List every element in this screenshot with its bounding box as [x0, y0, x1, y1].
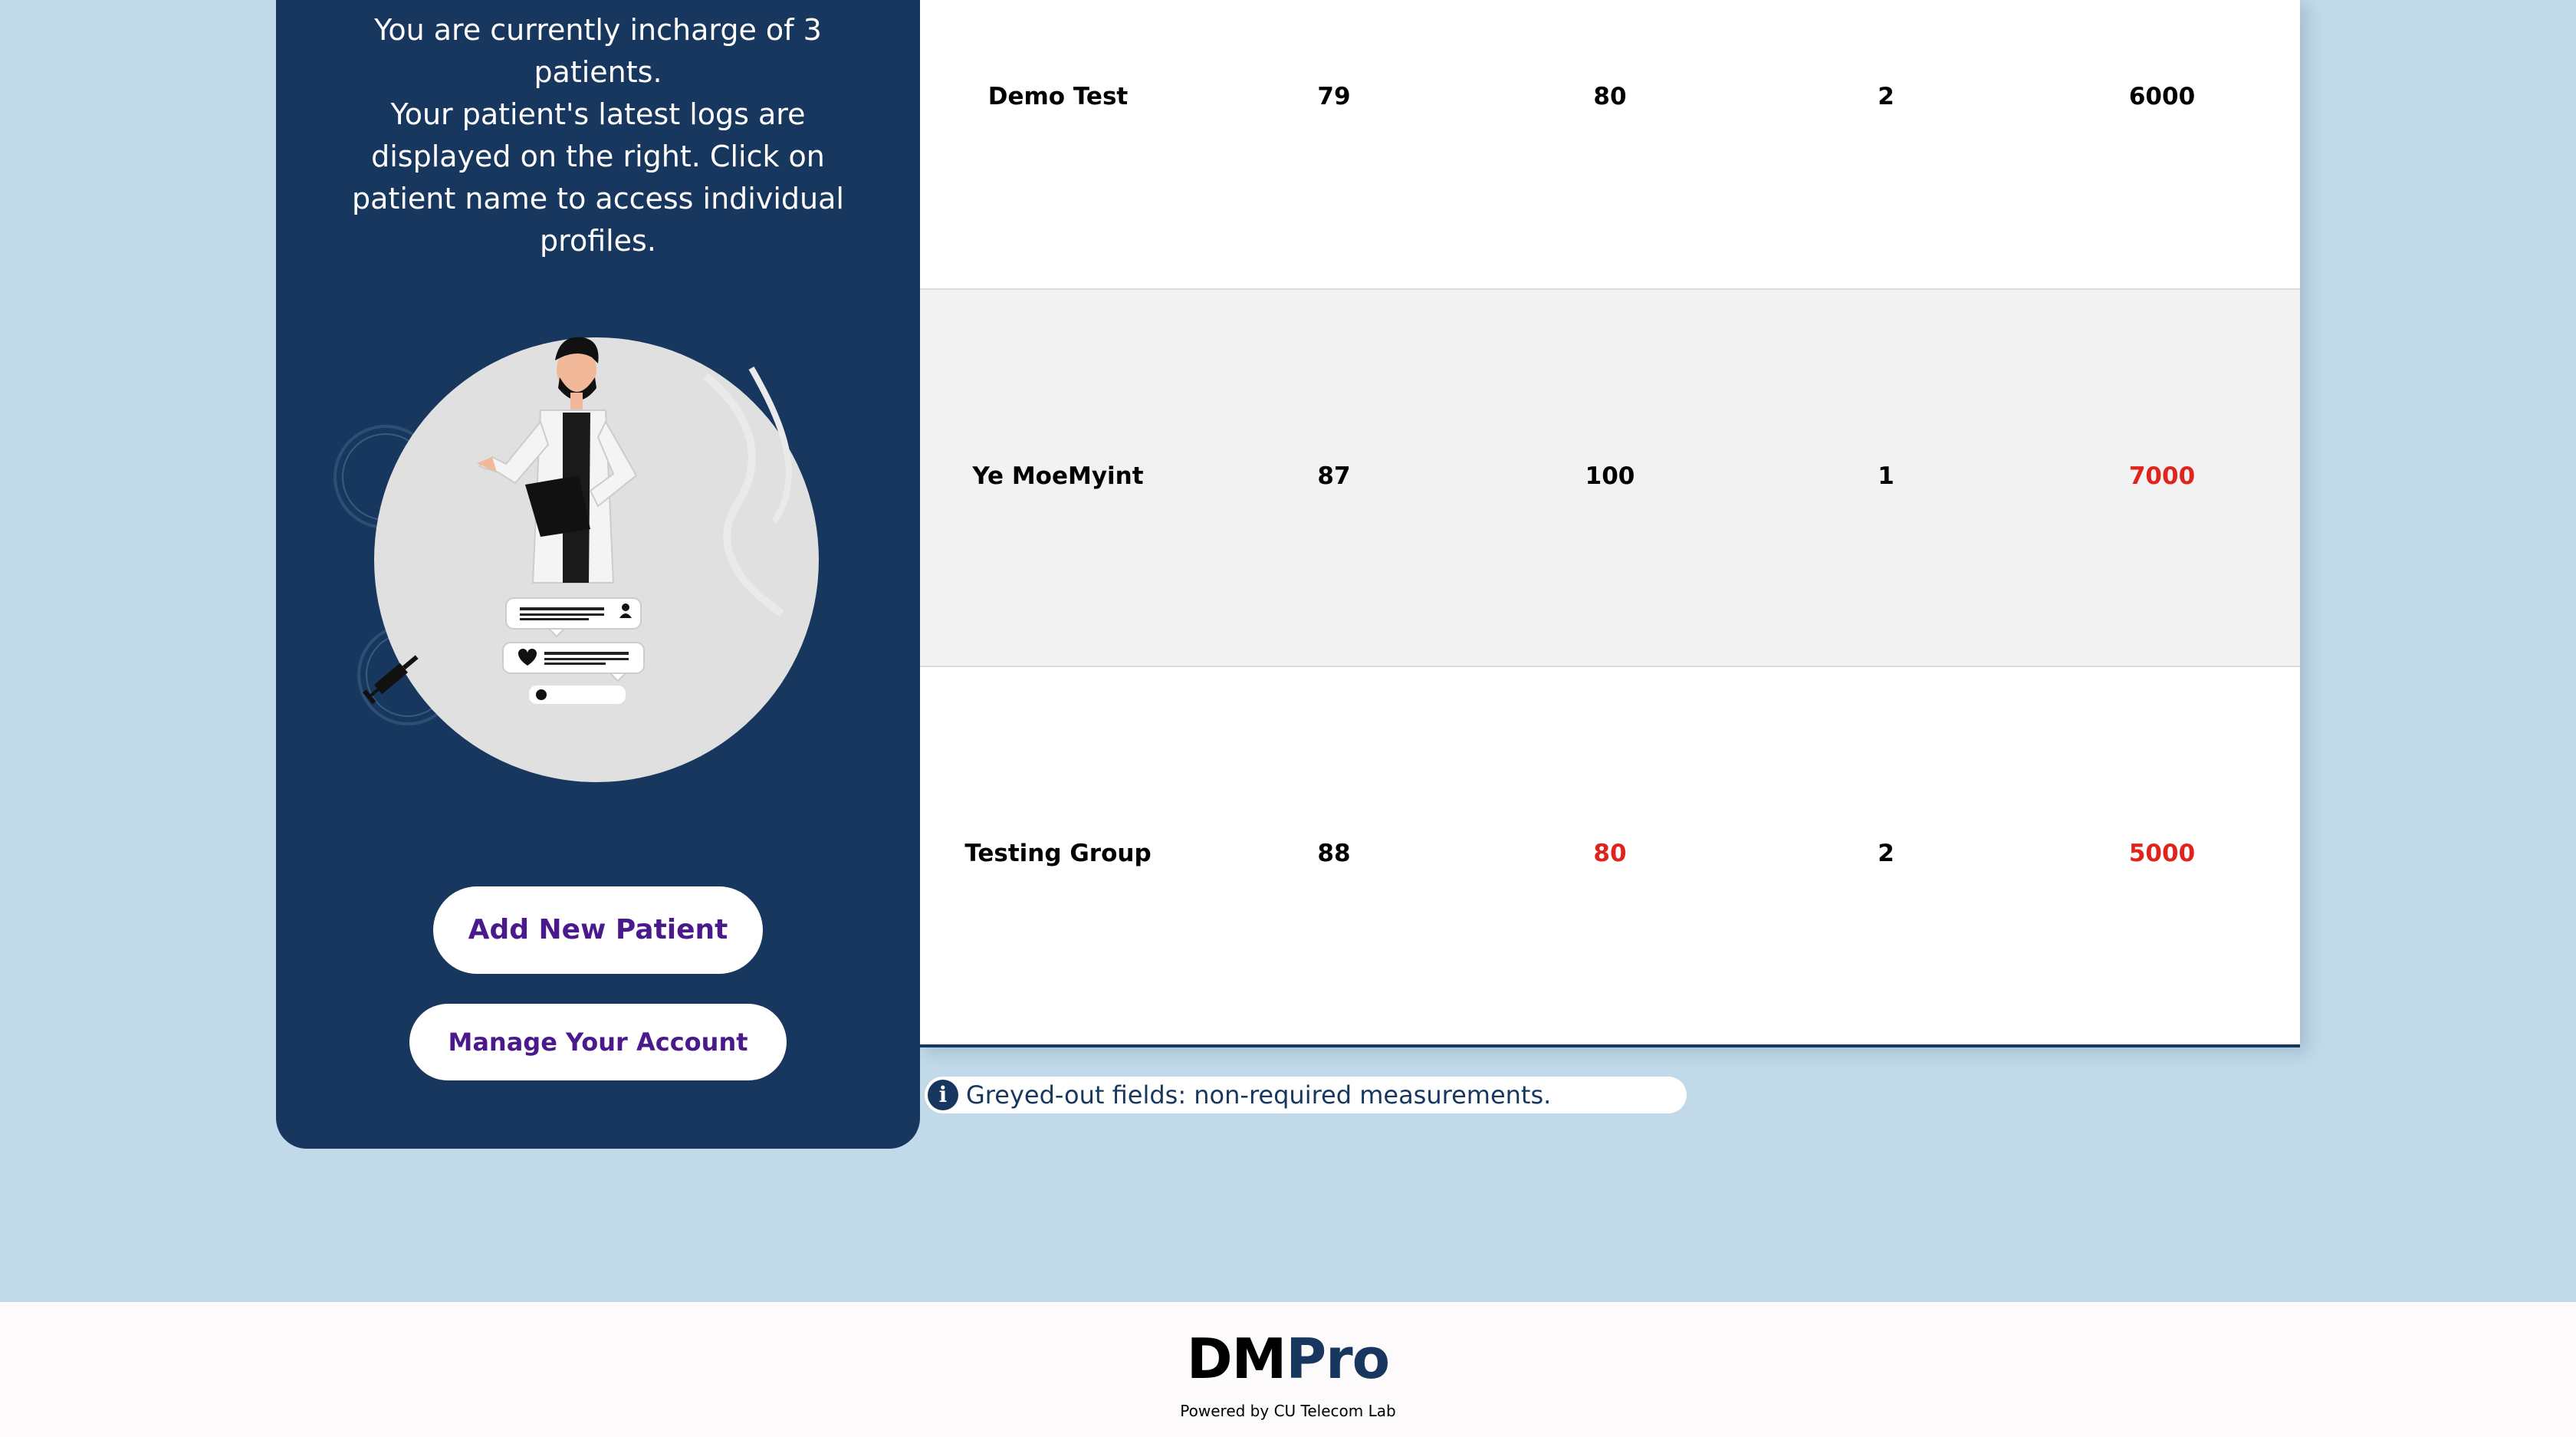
patient-count-text: You are currently incharge of 3 patients… — [374, 13, 822, 89]
patient-logs-table: Demo Test 79 80 2 6000 Ye MoeMyint 87 10… — [920, 0, 2300, 1047]
greyed-fields-note: i Greyed-out fields: non-required measur… — [925, 1077, 1687, 1113]
patient-name-link[interactable]: Testing Group — [920, 840, 1196, 867]
info-note-text: Greyed-out fields: non-required measurem… — [966, 1080, 1552, 1110]
table-cell: 79 — [1317, 83, 1351, 110]
dashboard-page: You are currently incharge of 3 patients… — [0, 0, 2576, 1437]
powered-by-text: Powered by CU Telecom Lab — [1180, 1402, 1396, 1420]
brand-logo: DMPro — [0, 1328, 2576, 1389]
footer: DMPro Powered by CU Telecom Lab — [0, 1302, 2576, 1437]
table-cell: 2 — [1878, 840, 1894, 867]
table-cell-flagged: 7000 — [2128, 462, 2196, 490]
table-cell: 100 — [1585, 462, 1635, 490]
table-cell: 6000 — [2128, 83, 2196, 110]
table-cell: 2 — [1878, 83, 1894, 110]
table-row: Ye MoeMyint 87 100 1 7000 — [920, 290, 2300, 667]
add-new-patient-button[interactable]: Add New Patient — [433, 886, 763, 974]
manage-account-button[interactable]: Manage Your Account — [409, 1004, 787, 1080]
table-cell: 1 — [1878, 462, 1894, 490]
info-icon: i — [928, 1080, 958, 1110]
chat-card-3 — [529, 686, 626, 704]
patient-name-link[interactable]: Ye MoeMyint — [920, 462, 1196, 490]
table-cell: 80 — [1593, 83, 1627, 110]
table-cell: 87 — [1317, 462, 1351, 490]
brand-pro: Pro — [1286, 1327, 1390, 1391]
sidebar-panel: You are currently incharge of 3 patients… — [276, 0, 920, 1149]
table-cell-flagged: 5000 — [2128, 840, 2196, 867]
table-cell-flagged: 80 — [1593, 840, 1627, 867]
patient-name-link[interactable]: Demo Test — [920, 83, 1196, 110]
table-cell: 88 — [1317, 840, 1351, 867]
table-row: Demo Test 79 80 2 6000 — [920, 0, 2300, 290]
instructions-text: Your patient's latest logs are displayed… — [352, 97, 844, 258]
intro-text: You are currently incharge of 3 patients… — [330, 9, 866, 262]
brand-dm: DM — [1186, 1327, 1286, 1391]
doctor-illustration — [334, 337, 819, 782]
table-row: Testing Group 88 80 2 5000 — [920, 667, 2300, 1044]
